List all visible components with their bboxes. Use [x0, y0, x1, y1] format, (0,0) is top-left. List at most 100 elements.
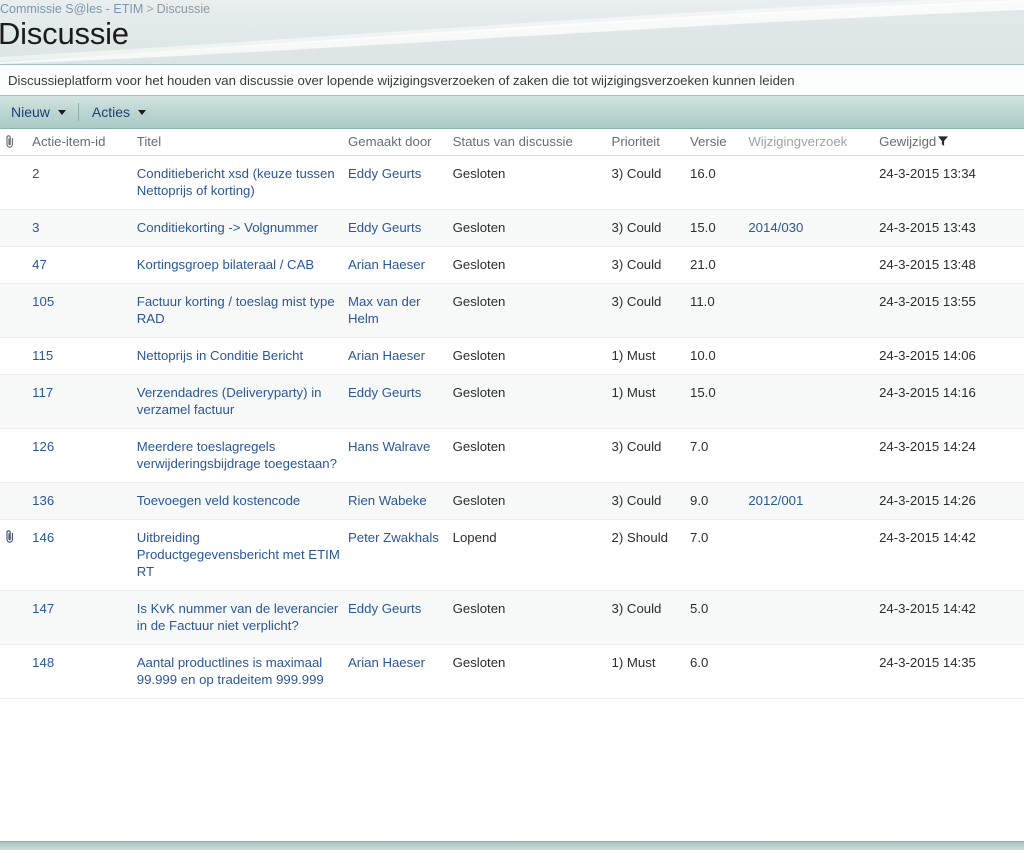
created-by-link[interactable]: Eddy Geurts: [348, 385, 421, 400]
column-header-created-by[interactable]: Gemaakt door: [344, 129, 449, 156]
actions-menu-label: Acties: [91, 104, 131, 120]
cell-status: Gesloten: [448, 374, 608, 429]
cell-status: Gesloten: [448, 283, 608, 338]
page-banner: Commissie S@les - ETIM > Discussie Discuss…: [0, 0, 1024, 64]
item-id-link[interactable]: 3: [32, 220, 39, 235]
table-row[interactable]: 126 Meerdere toeslagregels verwijderingsb…: [0, 428, 1024, 483]
table-row[interactable]: 2 Conditiebericht xsd (keuze tussen Netto…: [0, 155, 1024, 210]
column-header-modified[interactable]: Gewijzigd: [875, 129, 1024, 156]
cell-title: Conditiekorting -> Volgnummer: [132, 209, 344, 247]
created-by-link[interactable]: Arian Haeser: [348, 348, 425, 363]
filter-funnel-icon[interactable]: [937, 135, 949, 147]
cell-created-by: Hans Walrave: [344, 428, 449, 483]
created-by-link[interactable]: Rien Wabeke: [348, 493, 427, 508]
table-row[interactable]: 105 Factuur korting / toeslag mist type R…: [0, 283, 1024, 338]
cell-modified: 24-3-2015 14:42: [875, 590, 1024, 645]
paperclip-icon[interactable]: [4, 529, 16, 544]
cell-title: Is KvK nummer van de leverancier in de F…: [132, 590, 344, 645]
item-title-link[interactable]: Toevoegen veld kostencode: [137, 493, 301, 508]
created-by-link[interactable]: Eddy Geurts: [348, 601, 421, 616]
item-title-link[interactable]: Meerdere toeslagregels verwijderingsbijd…: [137, 439, 337, 471]
cell-priority: 1) Must: [607, 374, 686, 429]
item-id-link[interactable]: 126: [32, 439, 54, 454]
item-id-link[interactable]: 47: [32, 257, 47, 272]
breadcrumb-root-link[interactable]: Commissie S@les - ETIM: [0, 2, 143, 16]
column-header-priority[interactable]: Prioriteit: [607, 129, 686, 156]
cell-status: Gesloten: [448, 209, 608, 247]
table-row[interactable]: 117 Verzendadres (Deliveryparty) in verza…: [0, 374, 1024, 429]
cell-created-by: Eddy Geurts: [344, 209, 449, 247]
created-by-link[interactable]: Arian Haeser: [348, 257, 425, 272]
cell-change-request: [744, 374, 876, 429]
cell-modified: 24-3-2015 13:55: [875, 283, 1024, 338]
cell-version: 7.0: [685, 428, 745, 483]
item-id-link[interactable]: 146: [32, 530, 54, 545]
item-id-link[interactable]: 117: [32, 385, 53, 400]
item-id-link[interactable]: 136: [32, 493, 54, 508]
item-title-link[interactable]: Aantal productlines is maximaal 99.999 e…: [137, 655, 324, 687]
cell-change-request: [744, 283, 876, 338]
item-id-link[interactable]: 105: [32, 294, 54, 309]
cell-modified: 24-3-2015 14:26: [875, 482, 1024, 520]
item-title-link[interactable]: Conditiebericht xsd (keuze tussen Nettop…: [137, 166, 335, 198]
cell-title: Conditiebericht xsd (keuze tussen Nettop…: [132, 155, 344, 210]
table-row[interactable]: 146 Uitbreiding Productgegevensbericht me…: [0, 519, 1024, 591]
created-by-link[interactable]: Arian Haeser: [348, 655, 425, 670]
column-header-title[interactable]: Titel: [132, 129, 344, 156]
table-row[interactable]: 147 Is KvK nummer van de leverancier in d…: [0, 590, 1024, 645]
cell-attachment: [0, 644, 29, 699]
cell-priority: 1) Must: [607, 644, 686, 699]
breadcrumb: Commissie S@les - ETIM > Discussie: [0, 2, 210, 16]
item-id-link[interactable]: 2: [32, 166, 39, 181]
item-title-link[interactable]: Uitbreiding Productgegevensbericht met E…: [137, 530, 340, 579]
cell-created-by: Eddy Geurts: [344, 155, 449, 210]
created-by-link[interactable]: Peter Zwakhals: [348, 530, 439, 545]
cell-change-request: 2012/001: [744, 482, 876, 520]
item-id-link[interactable]: 147: [32, 601, 54, 616]
item-title-link[interactable]: Nettoprijs in Conditie Bericht: [137, 348, 303, 363]
cell-priority: 1) Must: [607, 337, 686, 375]
discussion-table: Actie-item-id Titel Gemaakt door Status …: [0, 129, 1024, 699]
item-title-link[interactable]: Verzendadres (Deliveryparty) in verzamel…: [137, 385, 322, 417]
cell-modified: 24-3-2015 14:42: [875, 519, 1024, 591]
chevron-down-icon: [138, 109, 147, 115]
cell-status: Gesloten: [448, 246, 608, 284]
table-header: Actie-item-id Titel Gemaakt door Status …: [0, 129, 1024, 156]
table-row[interactable]: 3 Conditiekorting -> Volgnummer Eddy Geurt…: [0, 209, 1024, 247]
page-description-bar: Discussieplatform voor het houden van di…: [0, 64, 1024, 96]
table-row[interactable]: 136 Toevoegen veld kostencode Rien Wabeke G…: [0, 482, 1024, 520]
column-header-version[interactable]: Versie: [685, 129, 745, 156]
cell-attachment: [0, 337, 29, 375]
column-header-status[interactable]: Status van discussie: [448, 129, 608, 156]
new-menu-button[interactable]: Nieuw: [4, 98, 72, 126]
column-header-change-request[interactable]: Wijzigingverzoek: [744, 129, 876, 156]
item-id-link[interactable]: 148: [32, 655, 54, 670]
cell-title: Factuur korting / toeslag mist type RAD: [132, 283, 344, 338]
created-by-link[interactable]: Max van der Helm: [348, 294, 421, 326]
item-title-link[interactable]: Is KvK nummer van de leverancier in de F…: [137, 601, 339, 633]
cell-attachment: [0, 519, 29, 591]
item-title-link[interactable]: Factuur korting / toeslag mist type RAD: [137, 294, 335, 326]
column-header-id[interactable]: Actie-item-id: [28, 129, 133, 156]
table-row[interactable]: 115 Nettoprijs in Conditie Bericht Arian H…: [0, 337, 1024, 375]
change-request-link[interactable]: 2012/001: [748, 493, 803, 508]
created-by-link[interactable]: Eddy Geurts: [348, 220, 421, 235]
item-id-link[interactable]: 115: [32, 348, 53, 363]
cell-version: 16.0: [685, 155, 745, 210]
item-title-link[interactable]: Kortingsgroep bilateraal / CAB: [137, 257, 314, 272]
cell-change-request: [744, 590, 876, 645]
cell-priority: 3) Could: [607, 283, 686, 338]
cell-attachment: [0, 374, 29, 429]
created-by-link[interactable]: Eddy Geurts: [348, 166, 421, 181]
change-request-link[interactable]: 2014/030: [748, 220, 803, 235]
actions-menu-button[interactable]: Acties: [85, 98, 152, 126]
table-row[interactable]: 148 Aantal productlines is maximaal 99.99…: [0, 644, 1024, 699]
item-title-link[interactable]: Conditiekorting -> Volgnummer: [137, 220, 318, 235]
table-row[interactable]: 47 Kortingsgroep bilateraal / CAB Arian Ha…: [0, 246, 1024, 284]
created-by-link[interactable]: Hans Walrave: [348, 439, 430, 454]
cell-status: Gesloten: [448, 644, 608, 699]
cell-created-by: Arian Haeser: [344, 246, 449, 284]
new-menu-label: Nieuw: [11, 104, 50, 120]
column-header-attachment[interactable]: [0, 129, 29, 156]
cell-version: 6.0: [685, 644, 745, 699]
